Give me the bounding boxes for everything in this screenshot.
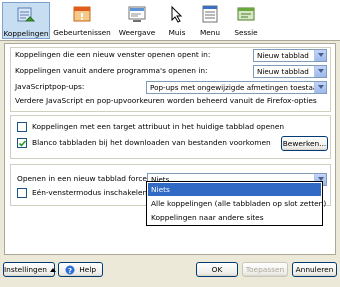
tab-sessie[interactable]: Sessie [228, 2, 264, 39]
help-button[interactable]: ? Help [58, 262, 103, 277]
tab-options-group: Koppelingen met een target attribuut in … [10, 115, 331, 159]
help-icon: ? [65, 265, 75, 275]
dropdown-option-niets[interactable]: Niets [148, 183, 321, 196]
js-popups-select[interactable]: Pop-ups met ongewijzigde afmetingen toes… [146, 81, 327, 94]
links-icon [16, 5, 36, 25]
mouse-icon [167, 4, 187, 24]
cancel-button[interactable]: Annuleren [292, 262, 337, 277]
tab-label: Weergave [118, 28, 156, 37]
tab-weergave[interactable]: Weergave [114, 2, 160, 39]
ok-button[interactable]: OK [196, 262, 238, 277]
tab-gebeurtenissen[interactable]: Gebeurtenissen [53, 2, 111, 39]
chevron-down-icon [314, 50, 326, 61]
single-window-label: Eén-venstermodus inschakelen [32, 188, 148, 197]
other-programs-select[interactable]: Nieuw tabblad [253, 65, 327, 78]
blank-tabs-label: Blanco tabbladen bij het downloaden van … [32, 138, 271, 147]
new-window-label: Koppelingen die een nieuw venster openen… [15, 50, 211, 59]
chevron-down-icon [314, 82, 326, 93]
checkmark-icon [18, 140, 27, 147]
force-dropdown-list: Niets Alle koppelingen (alle tabbladen o… [146, 181, 326, 226]
events-icon [72, 4, 92, 24]
blank-tabs-checkbox[interactable] [17, 138, 27, 148]
new-window-select[interactable]: Nieuw tabblad [253, 49, 327, 62]
tab-label: Sessie [234, 28, 258, 37]
svg-text:?: ? [68, 267, 72, 275]
single-window-checkbox[interactable] [17, 188, 27, 198]
chevron-down-icon [314, 66, 326, 77]
settings-button[interactable]: Instellingen [3, 262, 57, 277]
tab-label: Muis [168, 28, 186, 37]
force-label: Openen in een nieuw tabblad forceren: [17, 174, 162, 183]
dropdown-option-other-sites[interactable]: Koppelingen naar andere sites [148, 211, 321, 224]
other-programs-label: Koppelingen vanuit andere programma's op… [15, 66, 208, 75]
apply-button[interactable]: Toepassen [242, 262, 288, 277]
display-icon [127, 4, 147, 24]
tab-label: Menu [199, 28, 221, 37]
target-attr-label: Koppelingen met een target attribuut in … [32, 122, 285, 131]
session-icon [236, 4, 256, 24]
tab-label: Gebeurtenissen [53, 28, 111, 37]
tab-koppelingen[interactable]: Koppelingen [2, 2, 50, 39]
tab-label: Koppelingen [3, 29, 49, 38]
js-popups-label: JavaScriptpop-ups: [15, 82, 85, 91]
preferences-toolbar: Koppelingen Gebeurtenissen Weergave Muis… [0, 0, 340, 41]
links-group: Koppelingen die een nieuw venster openen… [10, 47, 331, 112]
tab-menu[interactable]: Menu [194, 2, 226, 39]
menu-icon [200, 4, 220, 24]
edit-button[interactable]: Bewerken... [281, 136, 328, 151]
chevron-up-icon [50, 267, 57, 272]
dropdown-option-all-links[interactable]: Alle koppelingen (alle tabbladen op slot… [148, 197, 326, 210]
tab-muis[interactable]: Muis [161, 2, 193, 39]
js-note: Verdere JavaScript en pop-upvoorkeuren w… [15, 96, 317, 105]
target-attr-checkbox[interactable] [17, 122, 27, 132]
